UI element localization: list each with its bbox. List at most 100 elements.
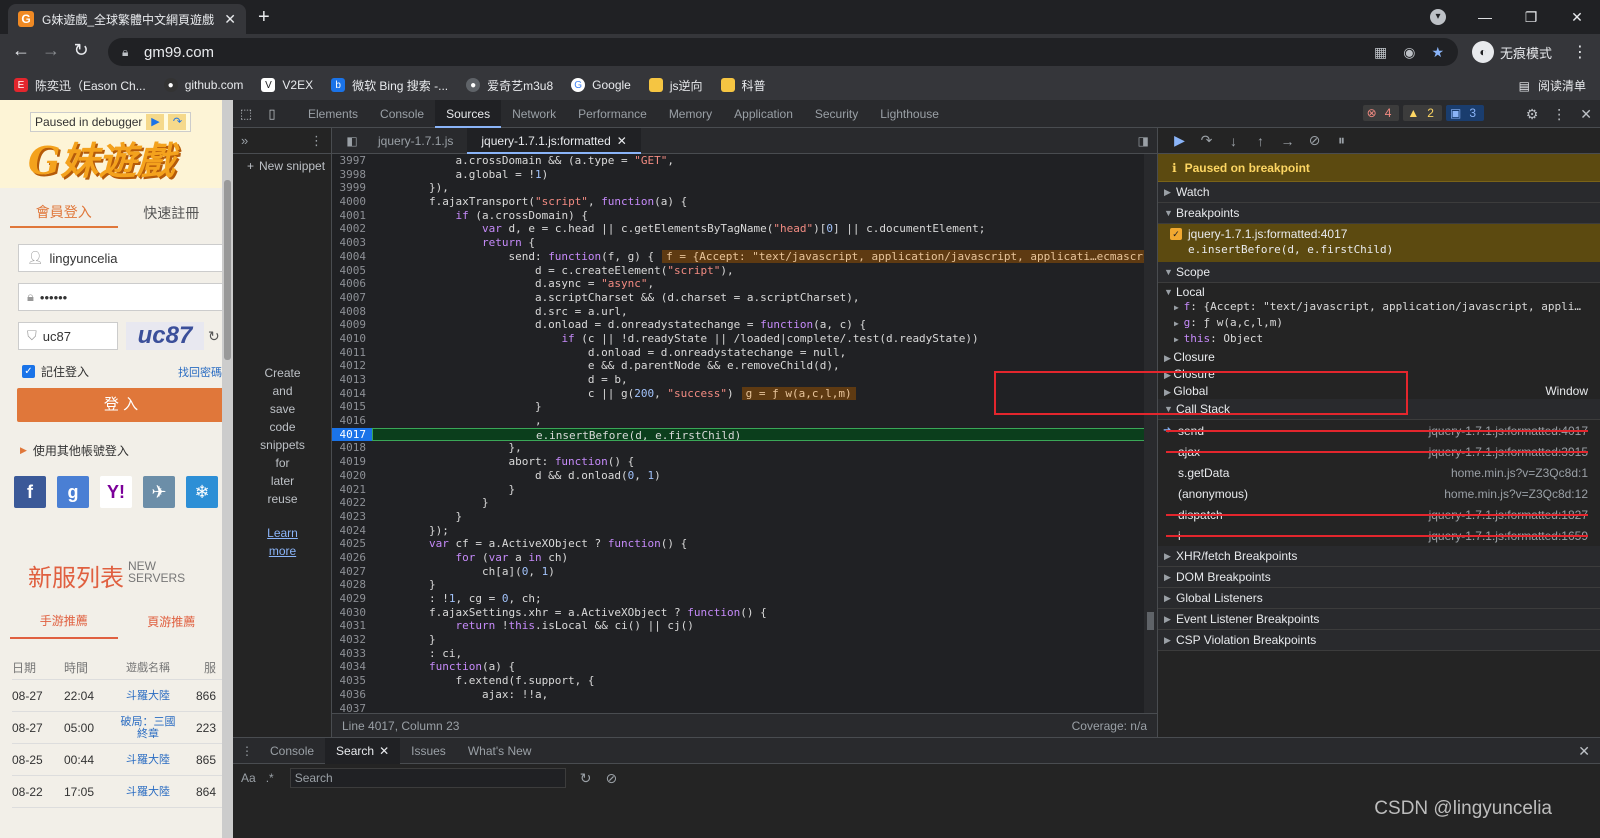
tab-lighthouse[interactable]: Lighthouse [869, 100, 950, 128]
code-line[interactable]: 4020 d && d.onload(0, 1) [332, 469, 1157, 483]
line-number[interactable]: 4004 [332, 250, 372, 264]
line-number[interactable]: 4022 [332, 496, 372, 510]
code-view[interactable]: 3997 a.crossDomain && (a.type = "GET", 39… [332, 154, 1157, 713]
line-number[interactable]: 4013 [332, 373, 372, 387]
forward-icon[interactable]: → [36, 40, 66, 61]
translate-icon[interactable]: ▦ [1374, 44, 1387, 60]
drawer-close-icon[interactable]: ✕ [1578, 743, 1590, 760]
line-number[interactable]: 4017 [332, 427, 372, 442]
code-line[interactable]: 4033 : ci, [332, 647, 1157, 661]
close-tab-icon[interactable]: ✕ [617, 134, 627, 148]
breakpoint-item[interactable]: ✓ jquery-1.7.1.js:formatted:4017 e.insert… [1158, 224, 1600, 262]
bookmark-item[interactable]: b 微软 Bing 搜索 -... [331, 77, 448, 94]
bookmark-folder[interactable]: js逆向 [648, 77, 703, 94]
code-line[interactable]: 4001 if (a.crossDomain) { [332, 209, 1157, 223]
step-into-icon[interactable]: ↓ [1220, 133, 1247, 149]
code-line[interactable]: 3999 }), [332, 181, 1157, 195]
bookmark-item[interactable]: ● 爱奇艺m3u8 [466, 77, 553, 94]
line-number[interactable]: 4029 [332, 592, 372, 606]
bookmark-item[interactable]: V V2EX [261, 78, 313, 92]
code-line[interactable]: 4003 return { [332, 236, 1157, 250]
tab-web-games[interactable]: 頁游推薦 [118, 613, 226, 638]
incognito-indicator[interactable]: ◐ 无痕模式 [1466, 40, 1558, 64]
code-line[interactable]: 4028 } [332, 578, 1157, 592]
line-number[interactable]: 4026 [332, 551, 372, 565]
url-text[interactable]: gm99.com [144, 44, 214, 61]
google-icon[interactable]: g [57, 476, 89, 508]
line-number[interactable]: 4002 [332, 222, 372, 236]
other-login-link[interactable]: ▶ 使用其他帳號登入 [20, 442, 129, 459]
code-line[interactable]: 4000 f.ajaxTransport("script", function(… [332, 195, 1157, 209]
call-frame[interactable]: s.getData home.min.js?v=Z3Qc8d:1 [1158, 462, 1600, 483]
line-number[interactable]: 3997 [332, 154, 372, 168]
line-number[interactable]: 4005 [332, 264, 372, 278]
drawer-tab-console[interactable]: Console [259, 738, 325, 764]
scope-section[interactable]: ▼ Scope [1158, 262, 1600, 283]
username-field[interactable]: 👤︎ lingyuncelia [18, 244, 228, 272]
bookmark-folder[interactable]: 科普 [720, 77, 766, 94]
line-number[interactable]: 4012 [332, 359, 372, 373]
line-number[interactable]: 4011 [332, 346, 372, 360]
browser-tab[interactable]: G G妹遊戲_全球繁體中文網頁遊戲 ✕ [8, 4, 246, 34]
drawer-tab-search[interactable]: Search ✕ [325, 737, 401, 764]
line-number[interactable]: 4009 [332, 318, 372, 332]
step-over-icon[interactable]: ↷ [1193, 132, 1220, 149]
tab-search-icon[interactable]: ▾ [1430, 9, 1446, 25]
resume-icon[interactable]: ▶︎ [146, 114, 165, 130]
search-input[interactable]: Search [289, 768, 566, 788]
line-number[interactable]: 4006 [332, 277, 372, 291]
facebook-icon[interactable]: f [14, 476, 46, 508]
info-count-badge[interactable]: ▣ 3 [1445, 105, 1484, 121]
scope-local[interactable]: ▼ Local [1158, 283, 1600, 300]
call-frame[interactable]: ajax jquery-1.7.1.js:formatted:3915 [1158, 441, 1600, 462]
login-button[interactable]: 登 入 [17, 388, 225, 422]
line-number[interactable]: 4025 [332, 537, 372, 551]
match-case-toggle[interactable]: Aa [241, 771, 256, 785]
tracking-blocked-icon[interactable]: ◉ [1403, 44, 1415, 60]
reading-list-button[interactable]: ▤ 阅读清单 [1519, 77, 1586, 94]
code-line[interactable]: 4034 function(a) { [332, 660, 1157, 674]
xhr-breakpoints-section[interactable]: ▶ XHR/fetch Breakpoints [1158, 546, 1600, 567]
breakpoints-section[interactable]: ▼ Breakpoints [1158, 203, 1600, 224]
scope-closure[interactable]: ▶ Closure [1158, 348, 1600, 365]
restore-icon[interactable]: ❐ [1508, 0, 1554, 34]
browser-menu-icon[interactable]: ⋮ [1572, 42, 1588, 62]
code-line[interactable]: 3998 a.global = !1) [332, 168, 1157, 182]
code-line[interactable]: 4010 if (c || !d.readyState || /loaded|c… [332, 332, 1157, 346]
code-scrollbar[interactable] [1144, 154, 1157, 713]
line-number[interactable]: 4001 [332, 209, 372, 223]
step-icon[interactable]: → [1274, 133, 1301, 149]
navigator-menu-icon[interactable]: ⋮ [310, 133, 323, 149]
code-line[interactable]: 4019 abort: function() { [332, 455, 1157, 469]
scope-variable[interactable]: ▶ g: ƒ w(a,c,l,m) [1158, 316, 1600, 332]
line-number[interactable]: 4036 [332, 688, 372, 702]
line-number[interactable]: 4016 [332, 414, 372, 428]
code-line[interactable]: 4030 f.ajaxSettings.xhr = a.ActiveXObjec… [332, 606, 1157, 620]
scope-variable[interactable]: ▶ this: Object [1158, 332, 1600, 348]
tab-memory[interactable]: Memory [658, 100, 723, 128]
event-listener-breakpoints-section[interactable]: ▶ Event Listener Breakpoints [1158, 609, 1600, 630]
tab-register[interactable]: 快速註冊 [118, 203, 226, 227]
warning-count-badge[interactable]: ▲ 2 [1403, 105, 1442, 121]
code-line[interactable]: 4018 }, [332, 441, 1157, 455]
tab-login[interactable]: 會員登入 [10, 202, 118, 228]
code-line[interactable]: 3997 a.crossDomain && (a.type = "GET", [332, 154, 1157, 168]
deactivate-breakpoints-icon[interactable]: ⊘ [1301, 132, 1328, 149]
resume-icon[interactable]: ▶︎ [1166, 132, 1193, 149]
code-line[interactable]: 4005 d = c.createElement("script"), [332, 264, 1157, 278]
line-number[interactable]: 4034 [332, 660, 372, 674]
line-number[interactable]: 4035 [332, 674, 372, 688]
snowflake-icon[interactable]: ❄ [186, 476, 218, 508]
code-line[interactable]: 4032 } [332, 633, 1157, 647]
captcha-image[interactable]: uc87 [126, 322, 204, 350]
code-line[interactable]: 4002 var d, e = c.head || c.getElementsB… [332, 222, 1157, 236]
reload-icon[interactable]: ↻ [66, 40, 96, 61]
line-number[interactable]: 4008 [332, 305, 372, 319]
call-frame[interactable]: dispatch jquery-1.7.1.js:formatted:1827 [1158, 504, 1600, 525]
clear-icon[interactable]: ⊘ [605, 770, 617, 787]
line-number[interactable]: 4024 [332, 524, 372, 538]
refresh-icon[interactable]: ↻ [580, 770, 592, 787]
tab-elements[interactable]: Elements [297, 100, 369, 128]
toggle-navigator-icon[interactable]: ◧ [340, 134, 364, 148]
code-line[interactable]: 4027 ch[a](0, 1) [332, 565, 1157, 579]
